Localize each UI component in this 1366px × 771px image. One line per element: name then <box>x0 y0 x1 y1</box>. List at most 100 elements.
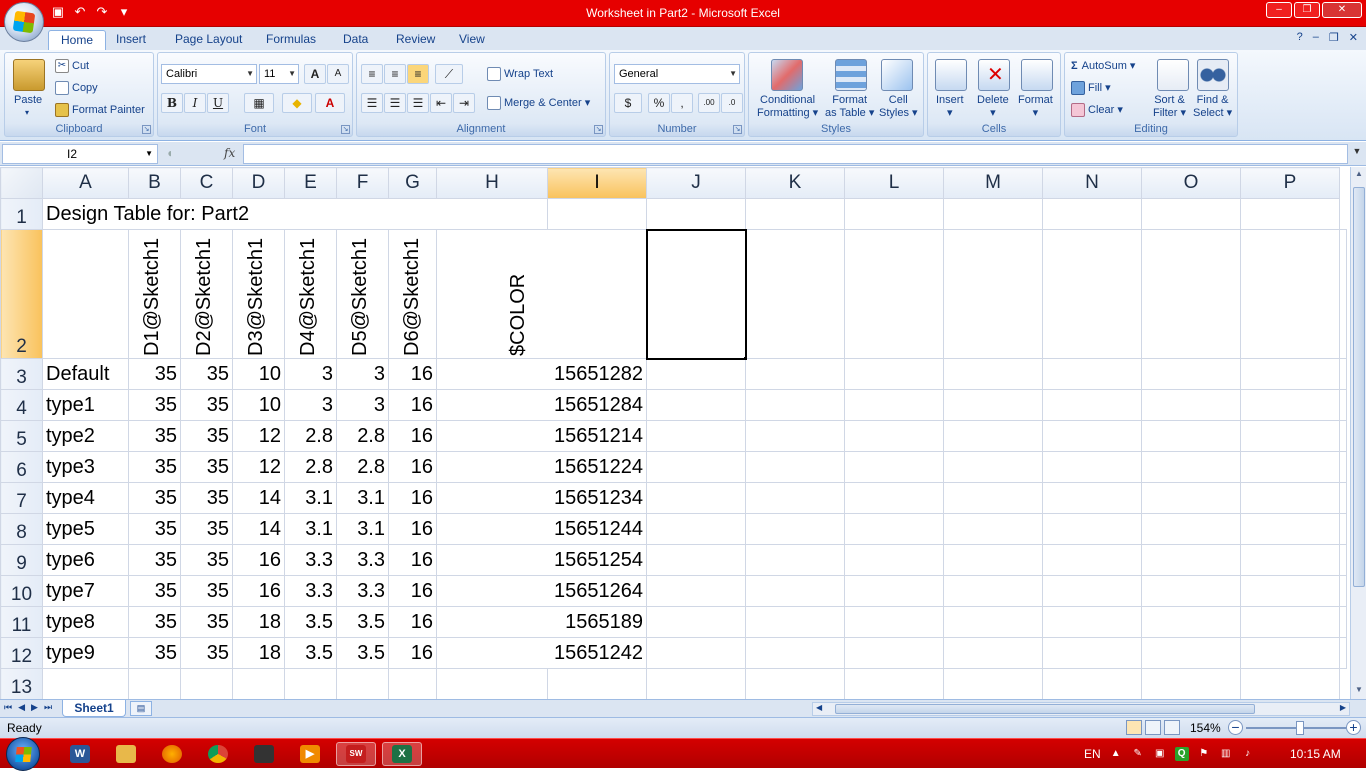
param-value-cell[interactable]: 3.3 <box>336 544 389 576</box>
cell[interactable] <box>1240 451 1340 483</box>
param-header-cell[interactable]: D4@Sketch1 <box>284 229 337 359</box>
italic-button[interactable]: I <box>184 93 206 113</box>
cell[interactable] <box>844 229 944 359</box>
cell[interactable] <box>1240 575 1340 607</box>
cell[interactable] <box>1339 606 1347 638</box>
param-value-cell[interactable]: 12 <box>232 451 285 483</box>
cell[interactable] <box>844 389 944 421</box>
color-value-cell[interactable]: 15651264 <box>436 575 647 607</box>
next-sheet-icon[interactable]: ▶ <box>31 702 38 713</box>
number-format-select[interactable]: General ▼ <box>614 64 740 84</box>
param-value-cell[interactable]: 3.1 <box>336 513 389 545</box>
cell[interactable] <box>1141 575 1241 607</box>
param-value-cell[interactable]: 2.8 <box>284 451 337 483</box>
font-color-button[interactable]: A <box>315 93 345 113</box>
cell[interactable] <box>436 668 548 699</box>
cell[interactable] <box>1141 513 1241 545</box>
color-value-cell[interactable]: 1565189 <box>436 606 647 638</box>
grow-font-button[interactable]: A <box>304 64 326 84</box>
color-value-cell[interactable]: 15651214 <box>436 420 647 452</box>
param-value-cell[interactable]: 16 <box>388 544 437 576</box>
first-sheet-icon[interactable]: ⏮ <box>4 702 12 713</box>
cell[interactable] <box>547 198 647 230</box>
cell[interactable] <box>844 420 944 452</box>
taskbar-word[interactable]: W <box>60 742 100 766</box>
cell[interactable] <box>943 389 1043 421</box>
column-header-l[interactable]: L <box>844 167 944 199</box>
cell[interactable] <box>745 229 845 359</box>
cell[interactable] <box>844 637 944 669</box>
param-value-cell[interactable]: 16 <box>232 575 285 607</box>
cell[interactable] <box>646 575 746 607</box>
cell[interactable] <box>844 482 944 514</box>
param-value-cell[interactable]: 3.1 <box>284 482 337 514</box>
taskbar-solidworks[interactable]: SW <box>336 742 376 766</box>
close-button[interactable]: ✕ <box>1322 2 1362 18</box>
taskbar-excel[interactable]: X <box>382 742 422 766</box>
param-value-cell[interactable]: 3 <box>336 358 389 390</box>
zoom-level[interactable]: 154% <box>1190 721 1221 735</box>
cell[interactable] <box>1042 198 1142 230</box>
volume-icon[interactable]: ♪ <box>1241 747 1255 761</box>
flag-icon[interactable]: ⚑ <box>1197 747 1211 761</box>
column-header-c[interactable]: C <box>180 167 233 199</box>
align-top-button[interactable]: ≡ <box>361 64 383 84</box>
paste-icon[interactable] <box>13 59 45 91</box>
insert-cells-button[interactable]: Insert ▾ <box>936 94 964 120</box>
cell[interactable] <box>646 668 746 699</box>
cell[interactable] <box>1240 513 1340 545</box>
color-value-cell[interactable]: 15651284 <box>436 389 647 421</box>
config-name-cell[interactable]: type1 <box>42 389 129 421</box>
align-center-button[interactable]: ☰ <box>384 93 406 113</box>
config-name-cell[interactable]: type2 <box>42 420 129 452</box>
language-indicator[interactable]: EN <box>1084 747 1101 761</box>
autosum-button[interactable]: Σ AutoSum ▾ <box>1071 59 1135 72</box>
cell[interactable] <box>1141 544 1241 576</box>
ribbon-minimize-icon[interactable]: – <box>1313 31 1319 44</box>
column-header-k[interactable]: K <box>745 167 845 199</box>
color-value-cell[interactable]: 15651282 <box>436 358 647 390</box>
sort-filter-button[interactable]: Sort & Filter ▾ <box>1153 94 1186 120</box>
cell[interactable] <box>1339 451 1347 483</box>
param-value-cell[interactable]: 3.1 <box>284 513 337 545</box>
cell[interactable] <box>128 668 181 699</box>
color-value-cell[interactable]: 15651224 <box>436 451 647 483</box>
sheet-tab-sheet1[interactable]: Sheet1 <box>62 700 126 717</box>
column-header-i[interactable]: I <box>547 167 647 199</box>
param-value-cell[interactable]: 35 <box>128 513 181 545</box>
decrease-decimal-button[interactable]: .0 <box>721 93 743 113</box>
format-painter-button[interactable]: Format Painter <box>55 103 145 117</box>
last-sheet-icon[interactable]: ⏭ <box>44 702 52 713</box>
cell[interactable] <box>1240 358 1340 390</box>
cell[interactable] <box>1042 229 1142 359</box>
param-value-cell[interactable]: 35 <box>180 358 233 390</box>
tab-home[interactable]: Home <box>48 30 107 50</box>
param-value-cell[interactable]: 14 <box>232 482 285 514</box>
cell[interactable] <box>646 389 746 421</box>
cell[interactable] <box>745 637 845 669</box>
cell[interactable] <box>646 451 746 483</box>
cell[interactable] <box>336 668 389 699</box>
q-app-icon[interactable]: Q <box>1174 747 1189 761</box>
param-value-cell[interactable]: 2.8 <box>336 451 389 483</box>
param-value-cell[interactable]: 35 <box>180 606 233 638</box>
percent-button[interactable]: % <box>648 93 670 113</box>
cell[interactable] <box>1339 482 1347 514</box>
column-header-f[interactable]: F <box>336 167 389 199</box>
row-header[interactable]: 3 <box>0 358 43 390</box>
param-value-cell[interactable]: 35 <box>128 451 181 483</box>
param-value-cell[interactable]: 35 <box>180 513 233 545</box>
cell[interactable] <box>1042 482 1142 514</box>
param-value-cell[interactable]: 16 <box>388 420 437 452</box>
cell[interactable] <box>1339 420 1347 452</box>
cell[interactable] <box>1141 637 1241 669</box>
config-name-cell[interactable]: Default <box>42 358 129 390</box>
config-name-cell[interactable]: type6 <box>42 544 129 576</box>
show-hidden-icons-icon[interactable]: ▲ <box>1109 747 1123 761</box>
param-value-cell[interactable]: 3.5 <box>284 606 337 638</box>
config-name-cell[interactable]: type7 <box>42 575 129 607</box>
clock[interactable]: 10:15 AM <box>1290 747 1341 761</box>
column-header-d[interactable]: D <box>232 167 285 199</box>
active-cell-i2[interactable] <box>645 228 747 360</box>
cut-button[interactable]: ✂ Cut <box>55 59 89 73</box>
